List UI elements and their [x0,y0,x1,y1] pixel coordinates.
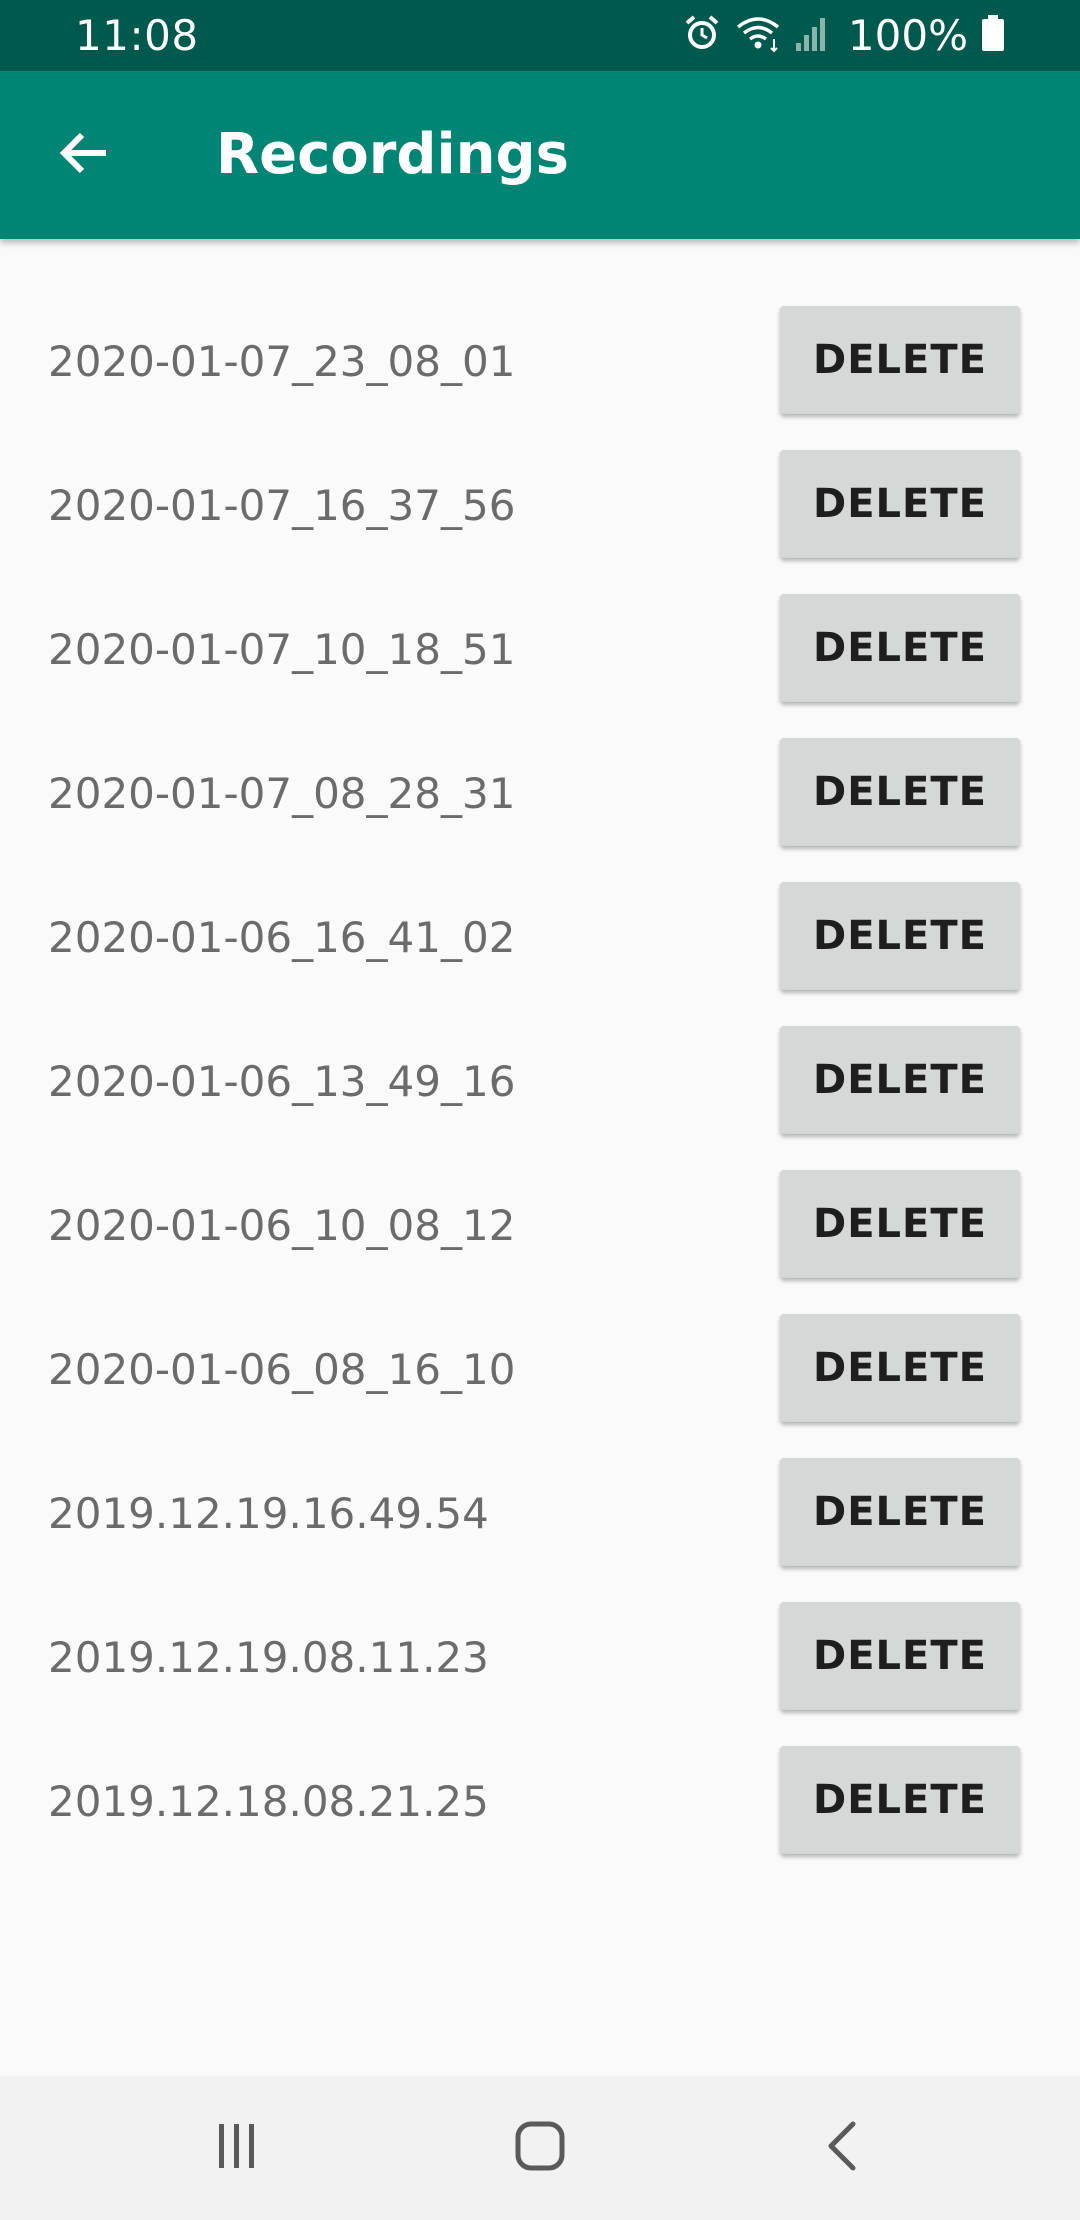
recording-name: 2020-01-06_16_41_02 [48,913,516,962]
delete-button[interactable]: DELETE [780,738,1020,846]
recording-name: 2019.12.19.16.49.54 [48,1489,489,1538]
list-item: 2020-01-07_16_37_56 DELETE [0,444,1080,588]
list-item: 2020-01-06_16_41_02 DELETE [0,876,1080,1020]
list-item: 2019.12.19.08.11.23 DELETE [0,1596,1080,1740]
wifi-icon [734,13,782,58]
recent-apps-icon [207,2116,267,2181]
delete-button[interactable]: DELETE [780,1026,1020,1134]
delete-button[interactable]: DELETE [780,1314,1020,1422]
status-icons: 100% [682,0,1006,71]
list-item: 2020-01-07_08_28_31 DELETE [0,732,1080,876]
list-item: 2020-01-06_10_08_12 DELETE [0,1164,1080,1308]
delete-button[interactable]: DELETE [780,594,1020,702]
delete-button[interactable]: DELETE [780,882,1020,990]
list-item: 2019.12.19.16.49.54 DELETE [0,1452,1080,1596]
recording-name: 2020-01-07_08_28_31 [48,769,516,818]
back-nav-icon [813,2116,873,2181]
recording-name: 2020-01-07_10_18_51 [48,625,516,674]
home-icon [510,2116,570,2181]
delete-button[interactable]: DELETE [780,1746,1020,1854]
arrow-back-icon [56,125,112,186]
recording-name: 2019.12.19.08.11.23 [48,1633,489,1682]
recording-name: 2020-01-06_08_16_10 [48,1345,516,1394]
app-bar: Recordings [0,71,1080,239]
battery-icon [980,13,1006,58]
delete-button[interactable]: DELETE [780,1602,1020,1710]
recording-name: 2020-01-07_23_08_01 [48,337,516,386]
delete-button[interactable]: DELETE [780,306,1020,414]
delete-button[interactable]: DELETE [780,450,1020,558]
delete-button[interactable]: DELETE [780,1458,1020,1566]
list-item: 2020-01-06_08_16_10 DELETE [0,1308,1080,1452]
back-button[interactable] [42,113,126,197]
page-title: Recordings [216,122,569,187]
recordings-list: 2020-01-07_23_08_01 DELETE 2020-01-07_16… [0,300,1080,1884]
recent-apps-button[interactable] [165,2076,309,2220]
status-bar: 11:08 100% [0,0,1080,71]
recording-name: 2020-01-07_16_37_56 [48,481,516,530]
list-item: 2020-01-06_13_49_16 DELETE [0,1020,1080,1164]
recording-name: 2019.12.18.08.21.25 [48,1777,489,1826]
recording-name: 2020-01-06_13_49_16 [48,1057,516,1106]
list-item: 2020-01-07_23_08_01 DELETE [0,300,1080,444]
recording-name: 2020-01-06_10_08_12 [48,1201,516,1250]
status-time: 11:08 [75,11,199,60]
home-button[interactable] [468,2076,612,2220]
list-item: 2020-01-07_10_18_51 DELETE [0,588,1080,732]
back-nav-button[interactable] [771,2076,915,2220]
list-item: 2019.12.18.08.21.25 DELETE [0,1740,1080,1884]
signal-icon [794,13,830,58]
battery-percent: 100% [847,11,968,60]
delete-button[interactable]: DELETE [780,1170,1020,1278]
navigation-bar [0,2076,1080,2220]
alarm-icon [682,13,722,58]
